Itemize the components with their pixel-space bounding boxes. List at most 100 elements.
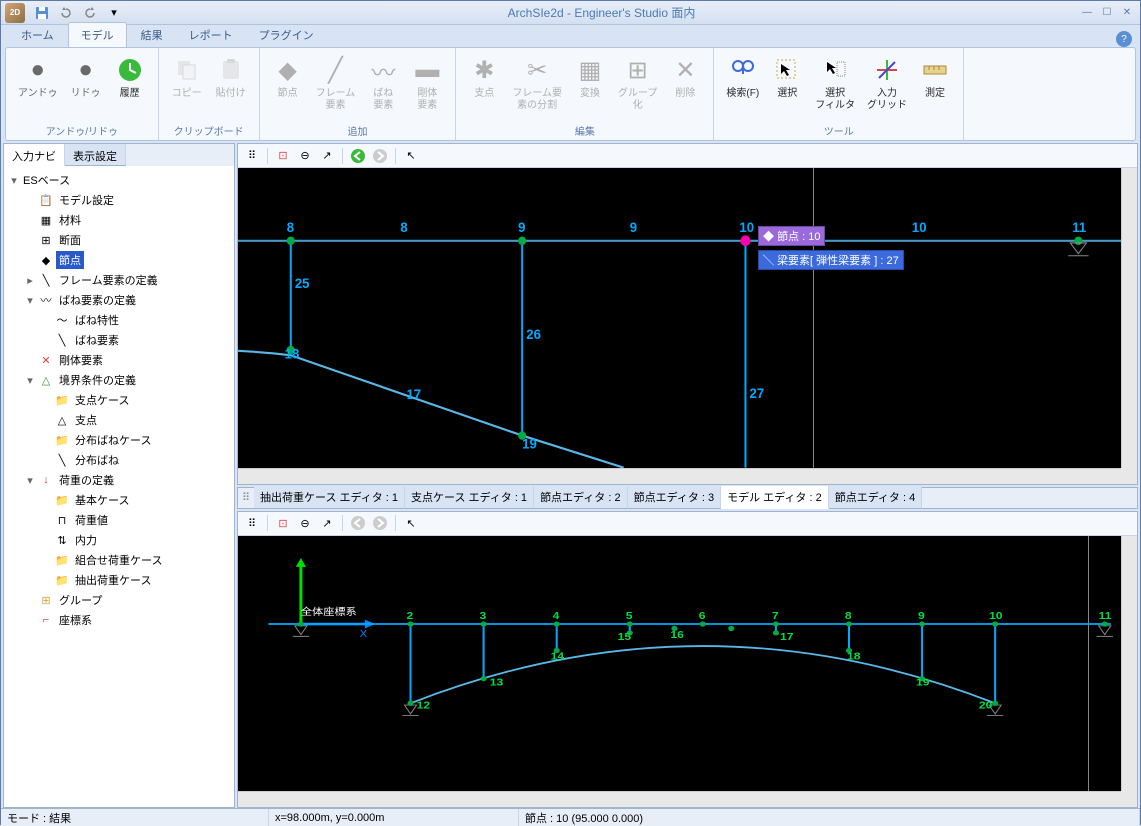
undo-button[interactable]	[55, 3, 77, 23]
svg-text:10: 10	[912, 220, 927, 235]
zoom-out-button[interactable]: ⊖	[295, 146, 315, 166]
ribbon-tab-model[interactable]: モデル	[68, 22, 127, 47]
tree-item-support-case[interactable]: 📁支点ケース	[40, 390, 230, 410]
expand-button[interactable]: ↗	[317, 513, 337, 533]
minimize-button[interactable]: —	[1078, 5, 1096, 21]
search-button[interactable]: 検索(F)	[722, 52, 763, 121]
tree-item-frame-def[interactable]: ▸╲フレーム要素の定義	[24, 270, 230, 290]
grip-icon[interactable]: ⠿	[242, 146, 262, 166]
editor-tab-node2[interactable]: 節点エディタ : 2	[534, 486, 628, 509]
help-button[interactable]: ?	[1116, 31, 1132, 47]
tree-item-dist-spring-case[interactable]: 📁分布ばねケース	[40, 430, 230, 450]
internal-icon: ⇅	[54, 533, 70, 547]
tabs-grip[interactable]: ⠿	[238, 491, 254, 504]
node-icon: ◆	[272, 54, 304, 86]
zoom-fit-button[interactable]: ⊡	[273, 146, 293, 166]
history-button[interactable]: 履歴	[110, 52, 150, 121]
svg-text:10: 10	[989, 610, 1003, 621]
filter-button[interactable]: 選択 フィルタ	[811, 52, 859, 121]
tree-item-internal[interactable]: ⇅内力	[40, 530, 230, 550]
tree-item-basic-case[interactable]: 📁基本ケース	[40, 490, 230, 510]
tree-item-material[interactable]: ▦材料	[24, 210, 230, 230]
rigid-icon: ✕	[38, 353, 54, 367]
tree-item-spring-prop[interactable]: 〜ばね特性	[40, 310, 230, 330]
tree-item-dist-spring[interactable]: ╲分布ばね	[40, 450, 230, 470]
add-node-button[interactable]: ◆節点	[268, 52, 308, 121]
svg-text:11: 11	[1072, 220, 1086, 235]
tree-root[interactable]: ▾ESベース	[8, 170, 230, 190]
support-button[interactable]: ✱支点	[464, 52, 504, 121]
tree-item-node[interactable]: ◆節点	[24, 250, 230, 270]
group-button[interactable]: ⊞グループ 化	[614, 52, 661, 121]
divide-button[interactable]: ✂フレーム要 素の分割	[508, 52, 566, 121]
v-scrollbar[interactable]	[1121, 536, 1137, 791]
next-button[interactable]	[370, 146, 390, 166]
prev-button[interactable]	[348, 146, 368, 166]
editor-tab-node3[interactable]: 節点エディタ : 3	[628, 486, 722, 509]
save-button[interactable]	[31, 3, 53, 23]
top-canvas[interactable]: 8 8 9 9 10 10 11 25 26 27 18 17 19	[238, 168, 1121, 468]
scroll-corner	[1121, 468, 1137, 484]
tree-item-load-value[interactable]: ⊓荷重値	[40, 510, 230, 530]
grid-button[interactable]: 入力 グリッド	[863, 52, 911, 121]
tab-display-settings[interactable]: 表示設定	[65, 144, 126, 166]
zoom-out-button[interactable]: ⊖	[295, 513, 315, 533]
tree-item-section[interactable]: ⊞断面	[24, 230, 230, 250]
undo-icon: ●	[22, 54, 54, 86]
v-scrollbar[interactable]	[1121, 168, 1137, 468]
next-button[interactable]	[370, 513, 390, 533]
spring-icon: 〰	[367, 54, 399, 86]
redo-large-button[interactable]: ●リドゥ	[66, 52, 106, 121]
svg-text:5: 5	[626, 610, 633, 621]
grip-icon[interactable]: ⠿	[242, 513, 262, 533]
delete-button[interactable]: ✕削除	[665, 52, 705, 121]
add-rigid-button[interactable]: ▬剛体 要素	[407, 52, 447, 121]
frame-icon: ╱	[319, 54, 351, 86]
tree-item-combo-case[interactable]: 📁組合せ荷重ケース	[40, 550, 230, 570]
ribbon-tab-result[interactable]: 結果	[129, 23, 175, 47]
h-scrollbar[interactable]	[238, 468, 1121, 484]
redo-button[interactable]	[79, 3, 101, 23]
measure-button[interactable]: 測定	[915, 52, 955, 121]
tree-item-support[interactable]: △支点	[40, 410, 230, 430]
window-title: ArchSIe2d - Engineer's Studio 面内	[125, 4, 1078, 21]
close-button[interactable]: ✕	[1118, 5, 1136, 21]
tab-input-navi[interactable]: 入力ナビ	[4, 144, 65, 166]
expand-button[interactable]: ↗	[317, 146, 337, 166]
editor-tab-extract[interactable]: 抽出荷重ケース エディタ : 1	[254, 486, 405, 509]
tree-item-group[interactable]: ⊞グループ	[24, 590, 230, 610]
undo-large-button[interactable]: ●アンドゥ	[14, 52, 62, 121]
ribbon-tab-plugin[interactable]: プラグイン	[247, 23, 326, 47]
tree-item-spring-elem[interactable]: ╲ばね要素	[40, 330, 230, 350]
add-spring-button[interactable]: 〰ばね 要素	[363, 52, 403, 121]
bottom-canvas[interactable]: 全体座標系 X	[238, 536, 1121, 791]
tree-item-load-def[interactable]: ▾↓荷重の定義	[24, 470, 230, 490]
editor-tab-support[interactable]: 支点ケース エディタ : 1	[405, 486, 534, 509]
cursor-button[interactable]: ↖	[401, 513, 421, 533]
tree-item-extract-case[interactable]: 📁抽出荷重ケース	[40, 570, 230, 590]
ribbon-tab-report[interactable]: レポート	[177, 23, 245, 47]
ribbon-tab-home[interactable]: ホーム	[9, 23, 66, 47]
zoom-fit-button[interactable]: ⊡	[273, 513, 293, 533]
tree-item-rigid[interactable]: ✕剛体要素	[24, 350, 230, 370]
h-scrollbar[interactable]	[238, 791, 1121, 807]
copy-button[interactable]: コピー	[167, 52, 207, 121]
transform-button[interactable]: ▦変換	[570, 52, 610, 121]
cursor-button[interactable]: ↖	[401, 146, 421, 166]
qat-dropdown[interactable]: ▾	[103, 3, 125, 23]
tree-item-boundary[interactable]: ▾△境界条件の定義	[24, 370, 230, 390]
tree-item-model-setting[interactable]: 📋モデル設定	[24, 190, 230, 210]
editor-tab-model2[interactable]: モデル エディタ : 2	[721, 486, 829, 509]
prev-button[interactable]	[348, 513, 368, 533]
ribbon-group-clipboard: コピー 貼付け クリップボード	[159, 48, 260, 140]
model-tree[interactable]: ▾ESベース 📋モデル設定 ▦材料 ⊞断面 ◆節点 ▸╲フレーム要素の定義 ▾〰…	[4, 166, 234, 807]
maximize-button[interactable]: ☐	[1098, 5, 1116, 21]
ribbon: ●アンドゥ ●リドゥ 履歴 アンドゥ/リドゥ コピー 貼付け クリップボード ◆…	[5, 47, 1136, 141]
tree-item-spring-def[interactable]: ▾〰ばね要素の定義	[24, 290, 230, 310]
select-button[interactable]: 選択	[767, 52, 807, 121]
editor-tab-node4[interactable]: 節点エディタ : 4	[829, 486, 923, 509]
paste-button[interactable]: 貼付け	[211, 52, 251, 121]
add-frame-button[interactable]: ╱フレーム 要素	[312, 52, 360, 121]
tree-item-coord[interactable]: ⌐座標系	[24, 610, 230, 630]
copy-icon	[171, 54, 203, 86]
